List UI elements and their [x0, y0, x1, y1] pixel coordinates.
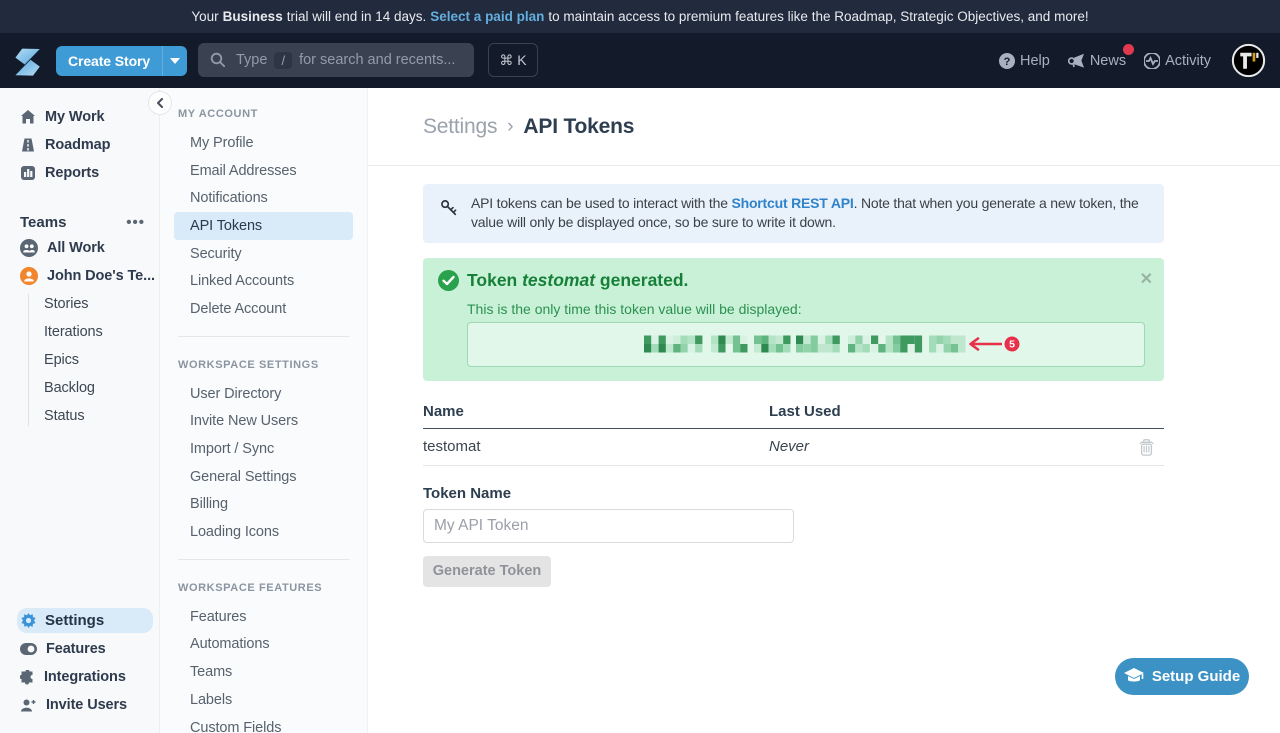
- svg-text:?: ?: [1004, 56, 1011, 68]
- svg-text:5: 5: [1009, 339, 1015, 351]
